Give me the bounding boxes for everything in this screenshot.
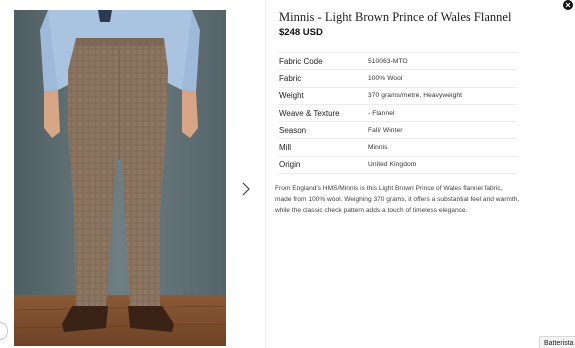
- product-image: [14, 10, 226, 346]
- chevron-right-icon: [242, 182, 250, 196]
- product-price: $248 USD: [279, 27, 323, 38]
- spec-value: - Flannel: [368, 109, 395, 117]
- spec-value: 510063-MTO: [368, 57, 408, 65]
- spec-table: Fabric Code 510063-MTO Fabric 100% Wool Weig…: [279, 52, 517, 174]
- next-image-button[interactable]: [238, 180, 254, 198]
- spec-label: Mill: [279, 143, 291, 153]
- spec-row: Weave & Texture - Flannel: [279, 104, 517, 122]
- spec-row: Weight 370 grams/metre, Heavyweight: [279, 87, 517, 105]
- spec-value: Fall/ Winter: [368, 126, 403, 134]
- prev-edge-button[interactable]: [0, 322, 8, 340]
- trouser-photo: [14, 10, 226, 346]
- spec-row: Origin United Kingdom: [279, 156, 517, 174]
- spec-label: Origin: [279, 160, 301, 170]
- spec-value: Minnis: [368, 144, 388, 152]
- spec-label: Season: [279, 125, 307, 135]
- product-title: Minnis - Light Brown Prince of Wales Fla…: [279, 10, 512, 24]
- spec-row: Mill Minnis: [279, 139, 517, 157]
- pane-divider: [265, 0, 266, 348]
- close-icon: [565, 2, 571, 8]
- spec-row: Fabric Code 510063-MTO: [279, 52, 517, 70]
- spec-label: Fabric: [279, 73, 302, 83]
- spec-row: Season Fall/ Winter: [279, 122, 517, 139]
- spec-label: Weave & Texture: [279, 108, 340, 118]
- spec-row: Fabric 100% Wool: [279, 70, 517, 88]
- spec-value: United Kingdom: [368, 161, 417, 169]
- spec-value: 370 grams/metre, Heavyweight: [368, 92, 463, 100]
- spec-label: Fabric Code: [279, 56, 323, 66]
- product-description: From England's HMS/Minnis is this Light …: [275, 185, 520, 214]
- close-button[interactable]: [563, 0, 573, 10]
- chat-widget-tab[interactable]: Batterista: [539, 336, 575, 348]
- spec-label: Weight: [279, 91, 304, 101]
- spec-value: 100% Wool: [368, 74, 403, 82]
